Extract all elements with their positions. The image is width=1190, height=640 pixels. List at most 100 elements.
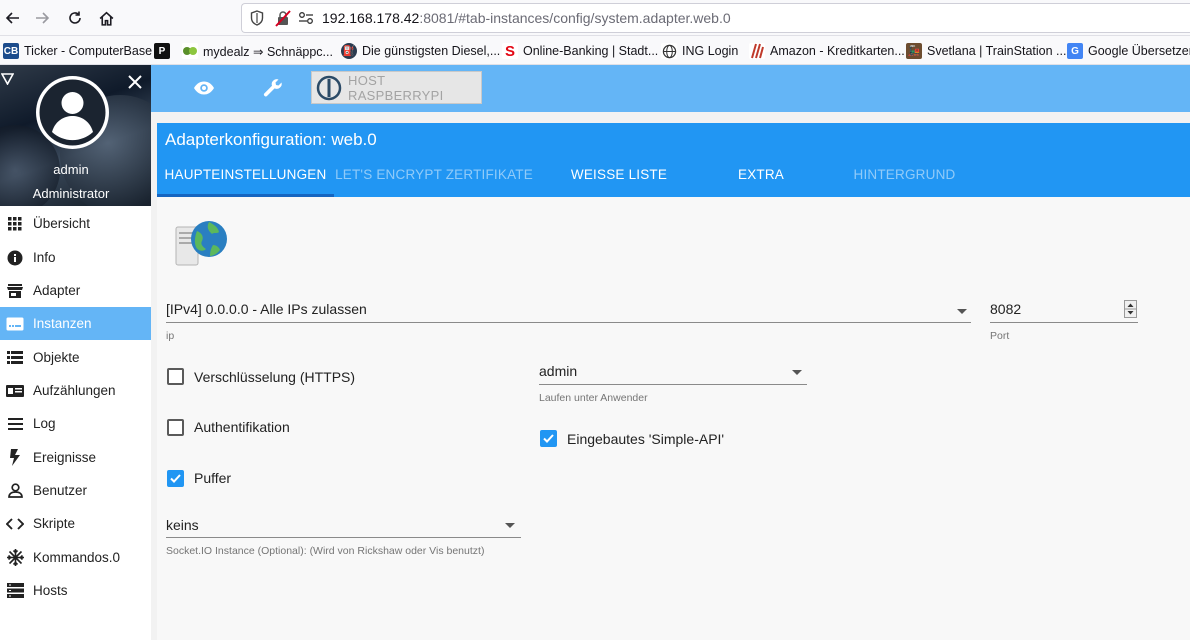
- socketio-label: Socket.IO Instance (Optional): (Wird von…: [166, 545, 485, 557]
- port-stepper[interactable]: [1124, 300, 1137, 318]
- mydealz-icon: [182, 43, 198, 59]
- insecure-lock-icon[interactable]: [275, 10, 291, 27]
- https-label: Verschlüsselung (HTTPS): [194, 369, 356, 385]
- sidebar-item-hosts[interactable]: Hosts: [0, 574, 151, 607]
- collapse-triangle-icon[interactable]: [1, 73, 14, 85]
- host-selector-button[interactable]: HOST RASPBERRYPI: [311, 71, 482, 104]
- eye-icon[interactable]: [191, 75, 217, 101]
- https-checkbox[interactable]: [167, 368, 184, 385]
- sidebar-item-enums[interactable]: Aufzählungen: [0, 374, 151, 407]
- port-underline: [990, 322, 1138, 323]
- bookmark-label: Ticker - ComputerBase: [24, 44, 153, 58]
- bookmark-label: Die günstigsten Diesel,...: [362, 44, 501, 58]
- buffer-checkbox[interactable]: [167, 470, 184, 487]
- info-icon: [6, 249, 24, 267]
- bookmark-diesel[interactable]: ⛽ Die günstigsten Diesel,...: [341, 41, 500, 61]
- store-icon: [6, 282, 24, 300]
- sidebar-item-label: Hosts: [33, 583, 68, 598]
- sidebar-item-label: Objekte: [33, 350, 80, 365]
- code-icon: [6, 515, 24, 533]
- log-icon: [6, 415, 24, 433]
- trainstation-icon: 🚂: [906, 43, 922, 59]
- sidebar-item-label: Info: [33, 250, 56, 265]
- bookmark-label: mydealz ⇒ Schnäppc...: [203, 44, 333, 59]
- bookmark-label: ING Login: [682, 44, 739, 58]
- socketio-select-value[interactable]: keins: [166, 517, 199, 533]
- tab-letsencrypt[interactable]: LET'S ENCRYPT ZERTIFIKATE: [334, 156, 534, 197]
- back-icon[interactable]: [0, 5, 26, 31]
- reload-icon[interactable]: [62, 5, 88, 31]
- sparkasse-icon: S: [502, 43, 518, 60]
- settings-form: [IPv4] 0.0.0.0 - Alle IPs zulassen ip 80…: [157, 197, 1190, 640]
- sidebar-item-scripts[interactable]: Skripte: [0, 507, 151, 540]
- hosts-icon: [6, 582, 24, 600]
- chevron-down-icon[interactable]: [792, 370, 802, 375]
- host-label: HOST RASPBERRYPI: [348, 72, 444, 103]
- bookmark-label: Svetlana | TrainStation ...: [927, 44, 1067, 58]
- sidebar-item-log[interactable]: Log: [0, 407, 151, 440]
- site-permissions-icon[interactable]: [298, 11, 314, 25]
- sidebar-item-label: Aufzählungen: [33, 383, 116, 398]
- user-role: Administrator: [32, 186, 110, 201]
- tab-whitelist[interactable]: WEISSE LISTE: [549, 156, 689, 197]
- url-text[interactable]: 192.168.178.42:8081/#tab-instances/confi…: [322, 10, 731, 26]
- bookmark-trainstation[interactable]: 🚂 Svetlana | TrainStation ...: [906, 41, 1066, 61]
- bookmark-label: Amazon - Kreditkarten...: [770, 44, 905, 58]
- bookmark-p[interactable]: P: [154, 41, 175, 61]
- sidebar-item-events[interactable]: Ereignisse: [0, 441, 151, 474]
- bookmark-label: Online-Banking | Stadt...: [523, 44, 659, 58]
- wrench-icon[interactable]: [260, 75, 286, 101]
- p-logo-icon: P: [154, 43, 170, 59]
- simple-api-checkbox[interactable]: [540, 430, 557, 447]
- sidebar-item-label: Skripte: [33, 516, 76, 531]
- ip-select-value[interactable]: [IPv4] 0.0.0.0 - Alle IPs zulassen: [166, 301, 367, 317]
- forward-icon[interactable]: [29, 5, 55, 31]
- instances-icon: [6, 315, 24, 333]
- fuel-icon: ⛽: [341, 43, 357, 59]
- sidebar-item-info[interactable]: Info: [0, 241, 151, 274]
- tab-main-settings[interactable]: HAUPTEINSTELLUNGEN: [157, 156, 334, 197]
- bookmark-mydealz[interactable]: mydealz ⇒ Schnäppc...: [182, 41, 333, 61]
- run-as-underline: [539, 384, 807, 385]
- snowflake-icon: [6, 549, 24, 567]
- tab-background[interactable]: HINTERGRUND: [837, 156, 972, 197]
- enum-icon: [6, 382, 24, 400]
- computerbase-icon: CB: [3, 43, 19, 59]
- chevron-down-icon[interactable]: [957, 309, 967, 314]
- ip-label: ip: [166, 330, 175, 342]
- sidebar-item-objects[interactable]: Objekte: [0, 341, 151, 374]
- shield-icon[interactable]: [250, 10, 264, 26]
- sidebar-item-overview[interactable]: Übersicht: [0, 207, 151, 240]
- web-adapter-logo-icon: [175, 217, 229, 267]
- bookmarks-bar: CB Ticker - ComputerBase P mydealz ⇒ Sch…: [0, 36, 1190, 65]
- sidebar-item-adapter[interactable]: Adapter: [0, 274, 151, 307]
- sidebar-item-users[interactable]: Benutzer: [0, 474, 151, 507]
- sidebar-item-label: Kommandos.0: [33, 550, 121, 565]
- settings-tabs: HAUPTEINSTELLUNGEN LET'S ENCRYPT ZERTIFI…: [157, 156, 1190, 197]
- simple-api-label: Eingebautes 'Simple-API': [567, 431, 725, 447]
- bookmark-sparkasse[interactable]: S Online-Banking | Stadt...: [502, 41, 658, 61]
- port-label: Port: [990, 330, 1010, 342]
- sidebar-item-label: Übersicht: [33, 216, 91, 231]
- bookmark-google-translate[interactable]: G Google Übersetzer: [1067, 41, 1190, 61]
- bookmark-ing[interactable]: ING Login: [661, 41, 738, 61]
- auth-checkbox[interactable]: [167, 419, 184, 436]
- url-bar[interactable]: 192.168.178.42:8081/#tab-instances/confi…: [241, 3, 1190, 33]
- panel-title: Adapterkonfiguration: web.0: [157, 123, 1190, 156]
- tab-extra[interactable]: EXTRA: [711, 156, 811, 197]
- sidebar-item-instances[interactable]: Instanzen: [0, 307, 151, 340]
- user-profile: admin Administrator: [0, 65, 151, 206]
- sidebar-item-label: Instanzen: [33, 316, 92, 331]
- sidebar-item-commands[interactable]: Kommandos.0: [0, 541, 151, 574]
- bookmark-amazon-card[interactable]: Amazon - Kreditkarten...: [749, 41, 905, 61]
- auth-label: Authentifikation: [194, 419, 290, 435]
- run-as-user-select-value[interactable]: admin: [539, 363, 577, 379]
- close-icon[interactable]: [128, 75, 142, 89]
- buffer-label: Puffer: [194, 470, 232, 486]
- avatar: [36, 76, 109, 149]
- bookmark-computerbase[interactable]: CB Ticker - ComputerBase: [3, 41, 152, 61]
- socketio-underline: [166, 537, 521, 538]
- port-input[interactable]: 8082: [990, 301, 1021, 317]
- chevron-down-icon[interactable]: [505, 523, 515, 528]
- home-icon[interactable]: [93, 5, 119, 31]
